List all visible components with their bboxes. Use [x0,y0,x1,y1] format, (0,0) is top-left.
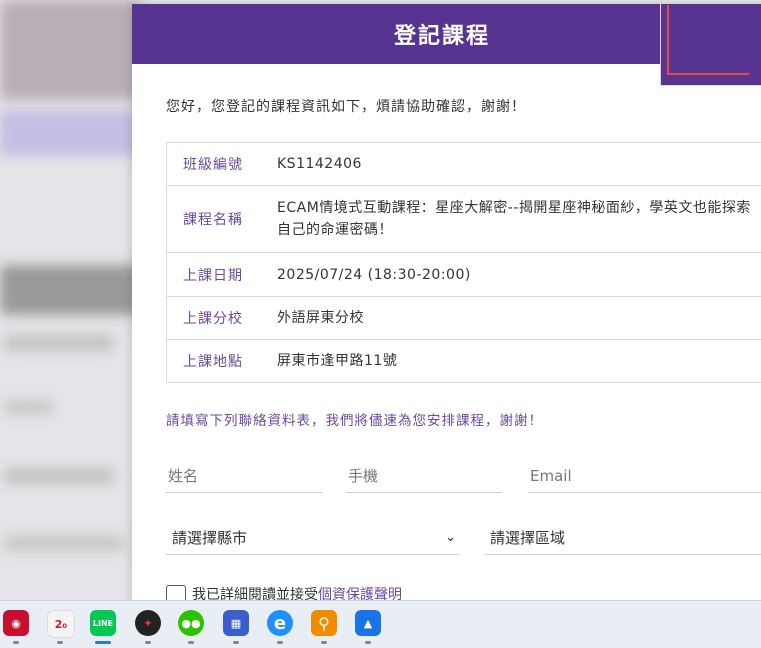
info-value: 外語屏東分校 [277,297,761,340]
table-row: 班級編號 KS1142406 [167,143,761,186]
table-row: 上課地點 屏東市逢甲路11號 [167,340,761,383]
city-select[interactable]: 請選擇縣市 ⌄ [166,522,460,555]
red-emblem-icon[interactable]: ◉ [3,610,29,636]
bg-text-line [4,335,114,351]
modal-header: 登記課程 [132,4,761,64]
info-label: 課程名稱 [167,186,278,253]
info-label: 班級編號 [167,143,278,186]
info-value: ECAM情境式互動課程：星座大解密--揭開星座神秘面紗，學英文也能探索自己的命運… [277,186,761,253]
info-value: KS1142406 [277,143,761,186]
bg-image-block [0,0,140,100]
register-course-modal: 登記課程 您好，您登記的課程資訊如下，煩請協助確認，謝謝！ 班級編號 KS114… [132,4,761,604]
running-indicator [57,641,63,644]
intro-text: 您好，您登記的課程資訊如下，煩請協助確認，謝謝！ [166,96,526,116]
wechat-icon[interactable]: ●● [178,610,204,636]
running-indicator [233,641,239,644]
table-row: 課程名稱 ECAM情境式互動課程：星座大解密--揭開星座神秘面紗，學英文也能探索… [167,186,761,253]
bg-text-line [4,468,114,484]
bg-nav-block [0,110,140,156]
grid-app-icon[interactable]: ▦ [223,610,249,636]
table-row: 上課日期 2025/07/24 (18:30-20:00) [167,253,761,297]
phone-field[interactable]: 手機 [346,460,502,493]
red-black-app-icon[interactable]: ✦ [135,610,161,636]
info-label: 上課地點 [167,340,278,383]
running-indicator [277,641,283,644]
course-info-table: 班級編號 KS1142406 課程名稱 ECAM情境式互動課程：星座大解密--揭… [166,142,761,383]
search-app-icon[interactable]: ⚲ [311,610,337,636]
bg-text-line [4,400,54,414]
close-icon[interactable] [660,4,761,86]
bg-header-block [0,265,140,315]
bg-text-line [4,535,124,551]
running-indicator [365,641,371,644]
running-indicator [321,641,327,644]
chevron-down-icon: ⌄ [445,522,456,554]
active-indicator [95,641,111,644]
line-icon[interactable]: LINE [90,610,116,636]
photos-icon[interactable]: ▲ [355,610,381,636]
running-indicator [13,641,19,644]
info-value: 2025/07/24 (18:30-20:00) [277,253,761,297]
form-instructions: 請填寫下列聯絡資料表，我們將儘速為您安排課程，謝謝！ [166,409,543,429]
city-select-value: 請選擇縣市 [168,529,247,547]
info-label: 上課日期 [167,253,278,297]
info-value: 屏東市逢甲路11號 [277,340,761,383]
app-20-icon[interactable]: 2₀ [47,610,75,638]
area-select[interactable]: 請選擇區域 [484,522,761,555]
email-field[interactable]: Email [528,460,761,493]
table-row: 上課分校 外語屏東分校 [167,297,761,340]
modal-title: 登記課程 [394,18,490,50]
name-field[interactable]: 姓名 [166,460,322,493]
area-select-value: 請選擇區域 [486,529,565,547]
running-indicator [145,641,151,644]
taskbar: ◉ 2₀ LINE ✦ ●● ▦ e ⚲ ▲ [0,600,761,648]
running-indicator [188,641,194,644]
info-label: 上課分校 [167,297,278,340]
internet-explorer-icon[interactable]: e [267,610,293,636]
